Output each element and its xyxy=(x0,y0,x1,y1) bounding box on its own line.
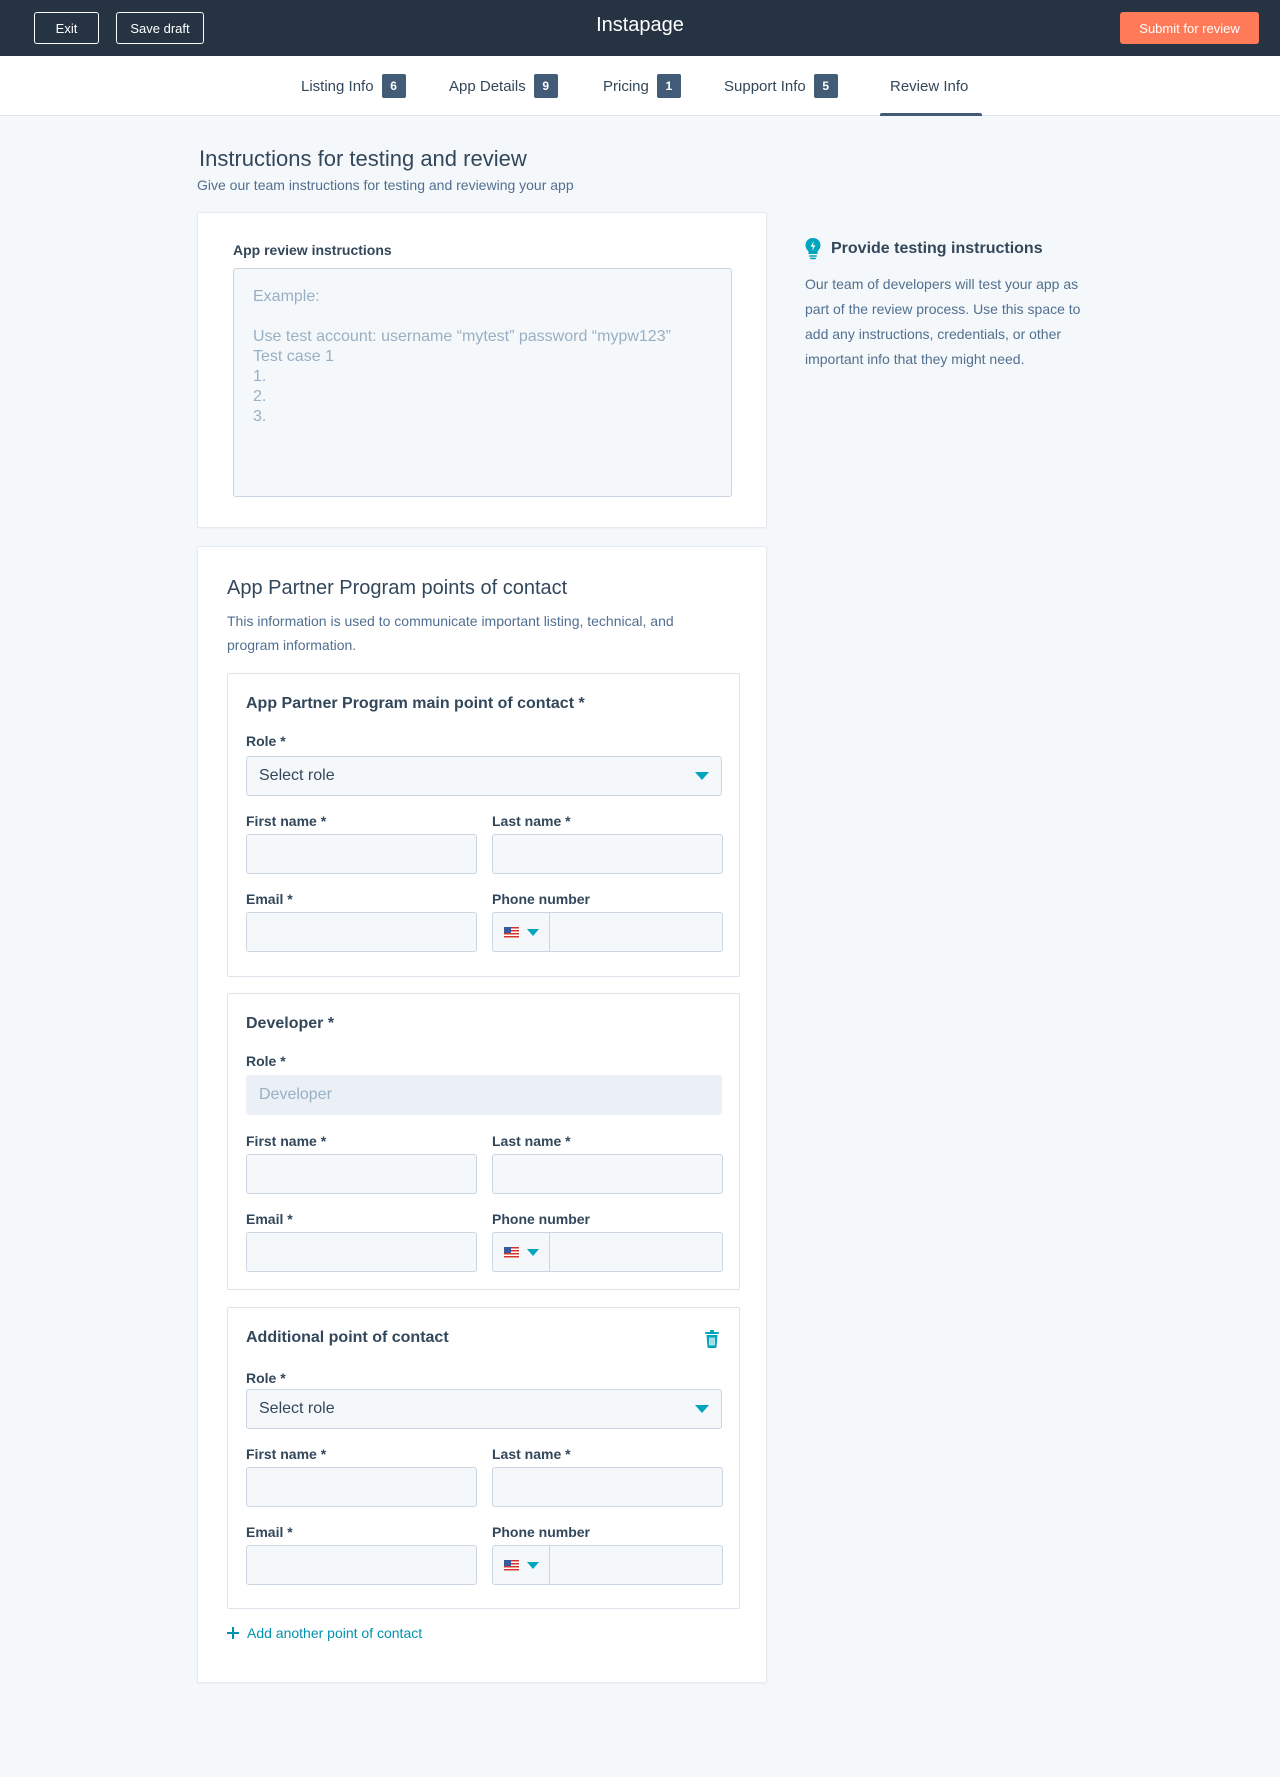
section-title: App Partner Program points of contact xyxy=(227,577,568,599)
tab-label: Review Info xyxy=(890,77,969,95)
email-input[interactable] xyxy=(246,1232,477,1272)
email-input[interactable] xyxy=(246,912,477,952)
tab-listing-info[interactable]: Listing Info 6 xyxy=(301,56,406,116)
phone-number-input[interactable] xyxy=(550,1546,722,1584)
tab-label: Pricing xyxy=(603,77,649,95)
role-label: Role * xyxy=(246,733,286,749)
page-subtitle: Give our team instructions for testing a… xyxy=(197,177,574,193)
review-instructions-label: App review instructions xyxy=(233,242,392,258)
tab-bar: Listing Info 6 App Details 9 Pricing 1 S… xyxy=(0,56,1280,116)
first-name-label: First name * xyxy=(246,813,327,829)
submit-for-review-button[interactable]: Submit for review xyxy=(1120,12,1259,44)
phone-number-input[interactable] xyxy=(550,913,722,951)
add-contact-link[interactable]: Add another point of contact xyxy=(227,1625,422,1641)
email-label: Email * xyxy=(246,1211,293,1227)
tab-support-info[interactable]: Support Info 5 xyxy=(724,56,838,116)
tab-badge: 5 xyxy=(813,74,838,98)
role-readonly: Developer xyxy=(246,1075,722,1115)
first-name-input[interactable] xyxy=(246,1467,477,1507)
email-label: Email * xyxy=(246,891,293,907)
last-name-input[interactable] xyxy=(492,1154,723,1194)
contact-title: Additional point of contact xyxy=(246,1329,449,1346)
chevron-down-icon xyxy=(526,928,539,936)
role-readonly-value: Developer xyxy=(259,1086,332,1103)
last-name-label: Last name * xyxy=(492,1133,571,1149)
role-label: Role * xyxy=(246,1053,286,1069)
last-name-input[interactable] xyxy=(492,834,723,874)
first-name-label: First name * xyxy=(246,1446,327,1462)
lightbulb-icon xyxy=(805,238,821,260)
first-name-input[interactable] xyxy=(246,1154,477,1194)
tab-label: App Details xyxy=(449,77,526,95)
plus-icon xyxy=(227,1627,239,1639)
tab-badge: 6 xyxy=(381,74,406,98)
tip-body: Our team of developers will test your ap… xyxy=(805,276,1081,367)
first-name-input[interactable] xyxy=(246,834,477,874)
role-label: Role * xyxy=(246,1370,286,1386)
tab-badge: 9 xyxy=(533,74,558,98)
testing-tip: Provide testing instructions Our team of… xyxy=(805,238,1095,372)
country-code-select[interactable] xyxy=(493,1546,550,1584)
last-name-input[interactable] xyxy=(492,1467,723,1507)
tab-app-details[interactable]: App Details 9 xyxy=(449,56,558,116)
phone-label: Phone number xyxy=(492,1211,591,1227)
us-flag-icon xyxy=(503,1559,519,1571)
app-title: Instapage xyxy=(596,14,684,36)
chevron-down-icon xyxy=(526,1248,539,1256)
review-instructions-card: App review instructions Example: Use tes… xyxy=(197,212,767,528)
role-select-value: Select role xyxy=(259,767,335,784)
tip-title: Provide testing instructions xyxy=(831,240,1043,257)
role-select-value: Select role xyxy=(259,1400,335,1417)
us-flag-icon xyxy=(503,1246,519,1258)
tab-label: Support Info xyxy=(724,77,806,95)
phone-input-group xyxy=(492,912,723,952)
review-instructions-textarea[interactable]: Example: Use test account: username “myt… xyxy=(233,268,732,497)
country-code-select[interactable] xyxy=(493,1233,550,1271)
phone-label: Phone number xyxy=(492,1524,591,1540)
phone-label: Phone number xyxy=(492,891,591,907)
country-code-select[interactable] xyxy=(493,913,550,951)
top-bar: Exit Save draft Instapage Submit for rev… xyxy=(0,0,1280,56)
phone-input-group xyxy=(492,1545,723,1585)
email-input[interactable] xyxy=(246,1545,477,1585)
tab-review-info[interactable]: Review Info xyxy=(879,56,983,116)
developer-contact-section: Developer * Role * Developer First name … xyxy=(227,993,740,1290)
role-select[interactable]: Select role xyxy=(246,1389,722,1429)
role-select[interactable]: Select role xyxy=(246,756,722,796)
chevron-down-icon xyxy=(526,1561,539,1569)
page-title: Instructions for testing and review xyxy=(199,146,527,171)
last-name-label: Last name * xyxy=(492,1446,571,1462)
points-of-contact-card: App Partner Program points of contact Th… xyxy=(197,546,767,1683)
add-contact-label: Add another point of contact xyxy=(247,1625,423,1641)
tab-badge: 1 xyxy=(656,74,681,98)
additional-contact-section: Additional point of contact Role * Selec… xyxy=(227,1307,740,1609)
chevron-down-icon xyxy=(695,1405,709,1413)
chevron-down-icon xyxy=(695,772,709,780)
us-flag-icon xyxy=(503,926,519,938)
contact-title: App Partner Program main point of contac… xyxy=(246,695,585,712)
phone-input-group xyxy=(492,1232,723,1272)
section-description: This information is used to communicate … xyxy=(227,613,674,653)
contact-title: Developer * xyxy=(246,1015,335,1032)
first-name-label: First name * xyxy=(246,1133,327,1149)
trash-icon[interactable] xyxy=(705,1330,719,1348)
last-name-label: Last name * xyxy=(492,813,571,829)
main-contact-section: App Partner Program main point of contac… xyxy=(227,673,740,977)
email-label: Email * xyxy=(246,1524,293,1540)
tab-label: Listing Info xyxy=(301,77,374,95)
tab-pricing[interactable]: Pricing 1 xyxy=(603,56,681,116)
phone-number-input[interactable] xyxy=(550,1233,722,1271)
